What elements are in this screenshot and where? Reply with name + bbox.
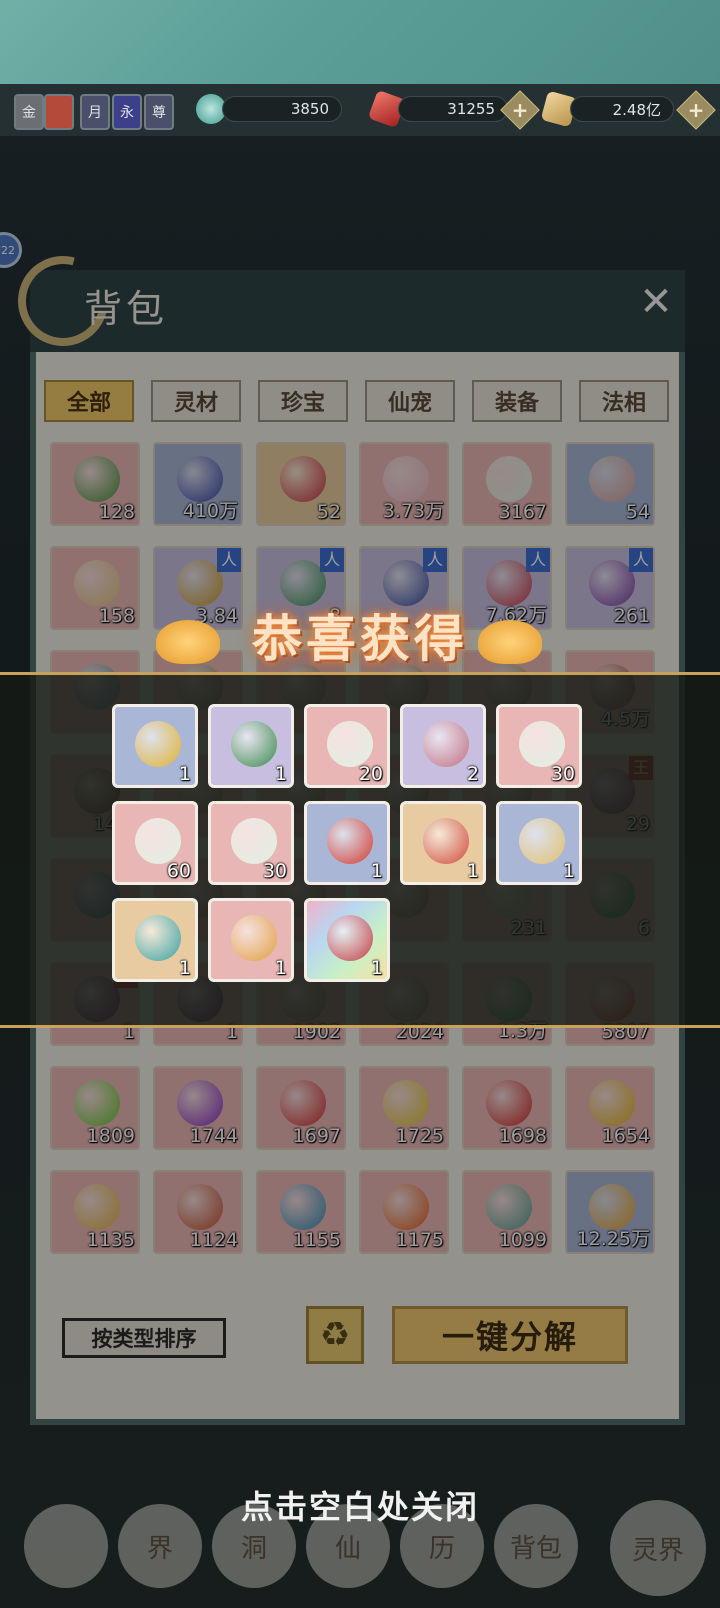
privilege-tag-forever[interactable]: 永 — [112, 94, 142, 130]
reward-item[interactable]: 1 — [496, 801, 582, 885]
reward-item[interactable]: 1 — [304, 898, 390, 982]
reward-title: 恭喜获得 — [252, 609, 468, 668]
add-crystal-button[interactable]: + — [500, 90, 540, 130]
reward-item-count: 20 — [358, 763, 383, 785]
reward-item[interactable]: 1 — [112, 704, 198, 788]
reward-item-icon — [135, 721, 181, 767]
privilege-tag-flower[interactable] — [44, 94, 74, 130]
reward-item-count: 1 — [370, 957, 383, 979]
reward-item-icon — [135, 818, 181, 864]
close-hint: 点击空白处关闭 — [240, 1488, 479, 1526]
reward-item[interactable]: 1 — [400, 801, 486, 885]
reward-item-count: 1 — [466, 860, 479, 882]
top-banner — [0, 0, 720, 84]
reward-item[interactable]: 1 — [304, 801, 390, 885]
privilege-tag-month[interactable]: 月 — [80, 94, 110, 130]
privilege-tag-gold[interactable]: 金 — [14, 94, 44, 130]
reward-grid: 1 1 20 2 30 60 30 1 1 1 1 1 1 — [112, 704, 612, 984]
reward-item-count: 1 — [178, 763, 191, 785]
resource-bar: 金 月 永 尊 3850 31255 + 2.48亿 + — [0, 84, 720, 136]
reward-item-icon — [423, 818, 469, 864]
reward-item-icon — [135, 915, 181, 961]
reward-item-icon — [327, 721, 373, 767]
reward-item[interactable]: 20 — [304, 704, 390, 788]
add-scroll-button[interactable]: + — [676, 90, 716, 130]
reward-item-count: 1 — [274, 763, 287, 785]
reward-item-count: 1 — [562, 860, 575, 882]
reward-item[interactable]: 30 — [208, 801, 294, 885]
reward-item-icon — [231, 721, 277, 767]
reward-item[interactable]: 2 — [400, 704, 486, 788]
reward-item-count: 1 — [178, 957, 191, 979]
reward-item-icon — [327, 915, 373, 961]
crystal-amount: 31255 — [398, 96, 508, 122]
reward-item[interactable]: 1 — [208, 704, 294, 788]
reward-item-icon — [327, 818, 373, 864]
reward-item[interactable]: 30 — [496, 704, 582, 788]
reward-item-icon — [231, 818, 277, 864]
privilege-tag-vip[interactable]: 尊 — [144, 94, 174, 130]
reward-item-count: 30 — [550, 763, 575, 785]
jade-amount: 3850 — [222, 96, 342, 122]
reward-item-icon — [519, 818, 565, 864]
reward-item[interactable]: 1 — [112, 898, 198, 982]
reward-item-count: 2 — [466, 763, 479, 785]
scroll-amount: 2.48亿 — [570, 96, 674, 122]
reward-item-icon — [231, 915, 277, 961]
reward-item-count: 30 — [262, 860, 287, 882]
reward-item-icon — [423, 721, 469, 767]
reward-item[interactable]: 60 — [112, 801, 198, 885]
reward-item-icon — [519, 721, 565, 767]
reward-item-count: 60 — [166, 860, 191, 882]
reward-item[interactable]: 1 — [208, 898, 294, 982]
reward-item-count: 1 — [274, 957, 287, 979]
reward-item-count: 1 — [370, 860, 383, 882]
